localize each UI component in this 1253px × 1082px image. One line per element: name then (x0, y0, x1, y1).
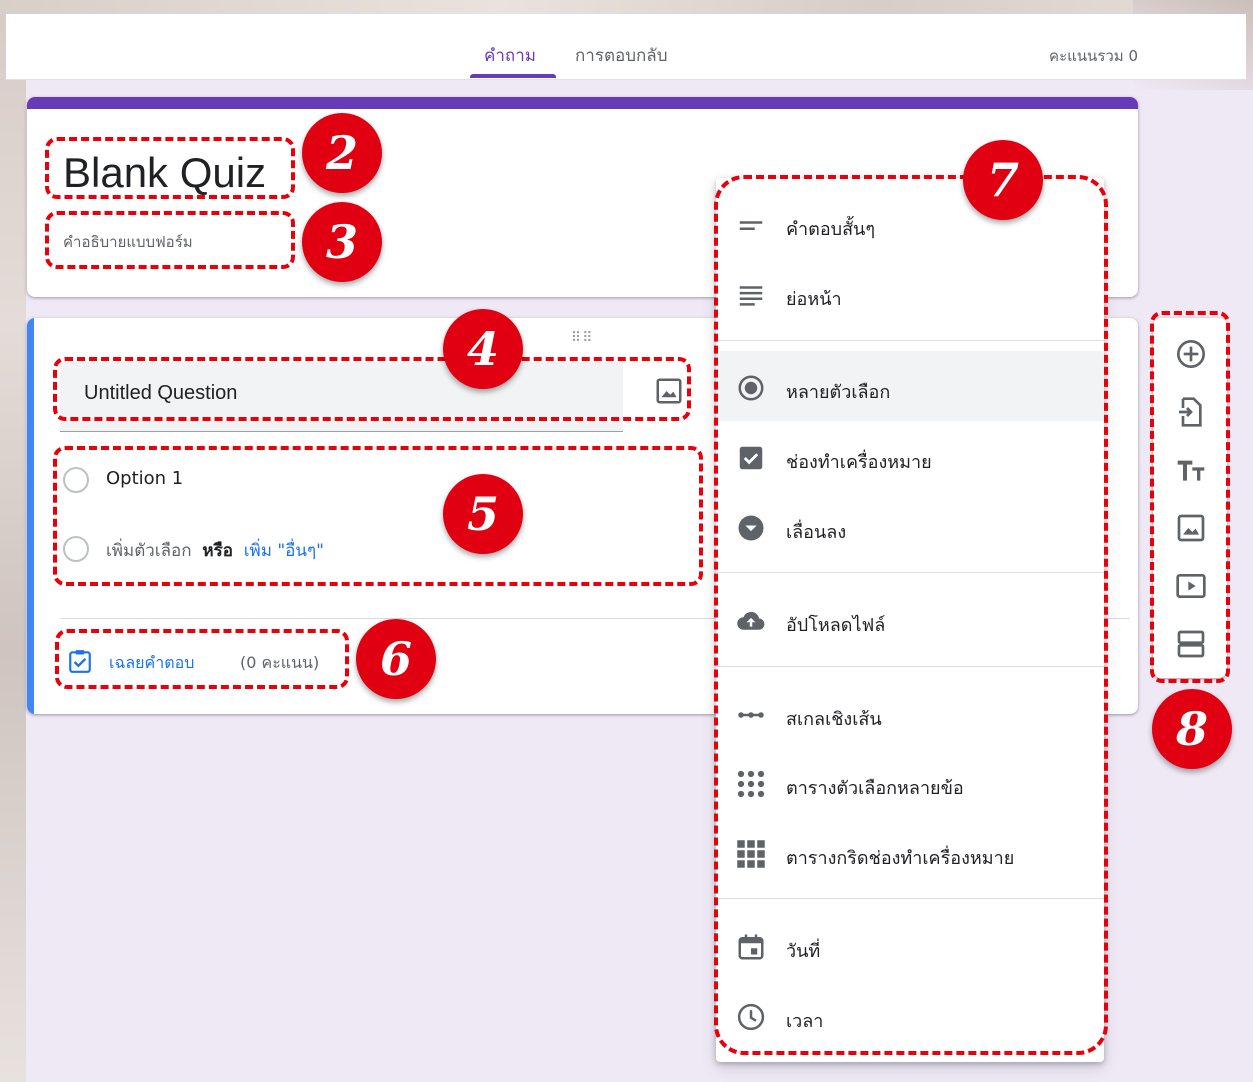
badge-number: 7 (986, 153, 1019, 207)
tab-responses[interactable]: การตอบกลับ (575, 42, 668, 69)
annotation-badge-4: 4 (443, 309, 523, 389)
annotation-badge-8: 8 (1152, 689, 1232, 769)
option-radio (63, 467, 89, 493)
background-left (0, 0, 26, 1082)
import-questions-icon[interactable] (1175, 396, 1207, 428)
add-video-icon[interactable] (1175, 570, 1207, 602)
points-label: (0 คะแนน) (240, 653, 320, 672)
badge-number: 5 (466, 487, 499, 541)
multiple-choice-grid-icon (737, 770, 765, 798)
cloud-upload-icon (737, 611, 765, 630)
form-title[interactable]: Blank Quiz (63, 149, 266, 197)
menu-item-label: ตารางกริดช่องทำเครื่องหมาย (786, 848, 1015, 869)
add-title-icon[interactable] (1175, 454, 1207, 486)
menu-divider (716, 340, 1104, 341)
menu-item-label: อัปโหลดไฟล์ (786, 615, 886, 636)
menu-item-file-upload[interactable]: อัปโหลดไฟล์ (716, 584, 1104, 654)
paragraph-icon (739, 286, 763, 306)
answer-key-icon[interactable] (67, 648, 93, 674)
menu-item-date[interactable]: วันที่ (716, 910, 1104, 980)
drag-handle-icon[interactable]: ⠿⠿ (571, 330, 594, 346)
short-answer-icon (739, 221, 763, 230)
add-other-link[interactable]: เพิ่ม "อื่นๆ" (244, 541, 324, 561)
top-bar: คำถาม การตอบกลับ คะแนนรวม 0 (6, 14, 1246, 80)
question-type-menu[interactable]: คำตอบสั้นๆ ย่อหน้า หลายตัวเลือก ช่องทำเค… (716, 178, 1104, 1062)
menu-item-dropdown[interactable]: เลื่อนลง (716, 491, 1104, 561)
answer-key-link[interactable]: เฉลยคำตอบ (109, 651, 194, 676)
menu-item-multiple-choice[interactable]: หลายตัวเลือก (716, 351, 1104, 421)
linear-scale-icon (738, 712, 764, 718)
radio-button-icon (738, 375, 764, 401)
add-question-icon[interactable] (1175, 338, 1207, 370)
menu-item-multiple-choice-grid[interactable]: ตารางตัวเลือกหลายข้อ (716, 747, 1104, 817)
add-image-icon[interactable] (1175, 512, 1207, 544)
menu-divider (716, 666, 1104, 667)
menu-item-paragraph[interactable]: ย่อหน้า (716, 258, 1104, 328)
menu-item-label: ย่อหน้า (786, 289, 842, 310)
menu-item-checkboxes[interactable]: ช่องทำเครื่องหมาย (716, 421, 1104, 491)
menu-item-label: สเกลเชิงเส้น (786, 709, 882, 730)
annotation-badge-6: 6 (356, 619, 436, 699)
menu-item-label: คำตอบสั้นๆ (786, 219, 876, 240)
menu-item-label: หลายตัวเลือก (786, 382, 891, 403)
annotation-badge-7: 7 (963, 140, 1043, 220)
menu-divider (716, 898, 1104, 899)
question-title: Untitled Question (84, 382, 238, 404)
title-accent-bar (27, 97, 1138, 109)
option-1-label[interactable]: Option 1 (106, 468, 183, 489)
badge-number: 6 (379, 632, 412, 686)
menu-item-linear-scale[interactable]: สเกลเชิงเส้น (716, 678, 1104, 748)
background-top (0, 0, 1253, 14)
menu-item-label: เลื่อนลง (786, 522, 847, 543)
add-image-icon[interactable] (654, 376, 684, 406)
menu-item-label: เวลา (786, 1011, 824, 1032)
calendar-icon (738, 934, 764, 960)
question-active-accent (27, 318, 34, 714)
menu-item-label: ช่องทำเครื่องหมาย (786, 452, 932, 473)
menu-item-short-answer[interactable]: คำตอบสั้นๆ (716, 188, 1104, 258)
checkbox-icon (739, 446, 763, 470)
side-toolbar (1153, 318, 1227, 678)
menu-item-checkbox-grid[interactable]: ตารางกริดช่องทำเครื่องหมาย (716, 817, 1104, 887)
add-option-row: เพิ่มตัวเลือก หรือ เพิ่ม "อื่นๆ" (106, 537, 324, 564)
or-label: หรือ (202, 541, 233, 561)
badge-number: 4 (466, 322, 499, 376)
tab-questions[interactable]: คำถาม (484, 42, 536, 69)
badge-number: 3 (325, 215, 358, 269)
menu-item-label: วันที่ (786, 941, 821, 962)
add-option-link[interactable]: เพิ่มตัวเลือก (106, 541, 192, 561)
dropdown-icon (738, 515, 764, 541)
menu-item-label: ตารางตัวเลือกหลายข้อ (786, 778, 964, 799)
annotation-badge-5: 5 (443, 474, 523, 554)
clock-icon (737, 1003, 765, 1031)
annotation-badge-2: 2 (302, 113, 382, 193)
add-option-radio (63, 536, 89, 562)
active-tab-indicator (470, 74, 556, 78)
add-section-icon[interactable] (1175, 628, 1207, 660)
menu-divider (716, 572, 1104, 573)
total-score: คะแนนรวม 0 (1049, 47, 1138, 65)
checkbox-grid-icon (737, 840, 765, 868)
badge-number: 8 (1175, 702, 1208, 756)
annotation-badge-3: 3 (302, 202, 382, 282)
menu-item-time[interactable]: เวลา (716, 980, 1104, 1050)
question-title-field[interactable]: Untitled Question (60, 362, 623, 432)
badge-number: 2 (325, 126, 358, 180)
form-description-field[interactable]: คำอธิบายแบบฟอร์ม (63, 230, 193, 254)
